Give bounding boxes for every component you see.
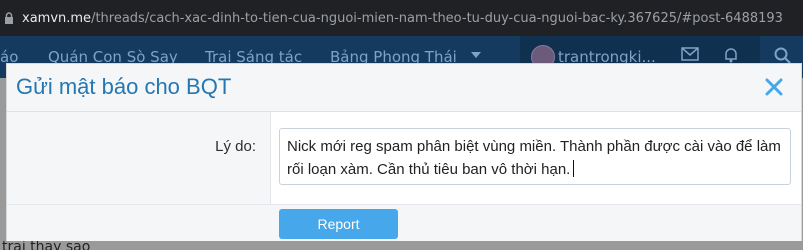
reason-textarea[interactable]: Nick mới reg spam phân biệt vùng miền. T… xyxy=(279,128,791,185)
report-button[interactable]: Report xyxy=(279,209,398,239)
reason-row: Lý do: Nick mới reg spam phân biệt vùng … xyxy=(7,112,801,204)
chevron-down-icon[interactable] xyxy=(471,52,481,60)
url-path: /threads/cach-xac-dinh-to-tien-cua-nguoi… xyxy=(91,10,783,26)
url-domain: xamvn.me xyxy=(22,10,92,26)
dialog-footer: Report xyxy=(7,204,801,241)
lock-icon xyxy=(5,12,13,24)
reason-label: Lý do: xyxy=(215,138,256,155)
bell-icon[interactable] xyxy=(723,47,739,63)
mail-icon[interactable] xyxy=(681,47,699,61)
background-post-text: trai thay sao xyxy=(2,240,91,250)
dialog-header: Gửi mật báo cho BQT xyxy=(7,64,801,112)
close-icon[interactable] xyxy=(763,76,785,98)
label-column: Lý do: xyxy=(7,112,271,204)
browser-address-bar[interactable]: xamvn.me /threads/cach-xac-dinh-to-tien-… xyxy=(0,0,803,36)
text-caret xyxy=(573,160,575,177)
dialog-title: Gửi mật báo cho BQT xyxy=(16,74,232,99)
reason-text: Nick mới reg spam phân biệt vùng miền. T… xyxy=(287,138,786,178)
report-dialog: Gửi mật báo cho BQT Lý do: Nick mới reg … xyxy=(6,63,802,241)
